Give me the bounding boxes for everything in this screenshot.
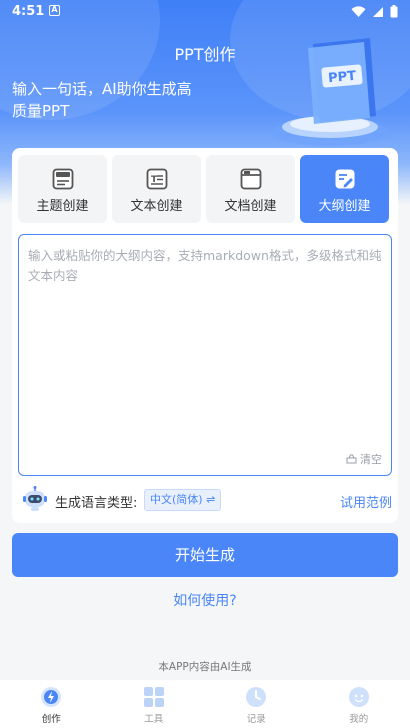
- language-row: 生成语言类型: 中文(简体) ⇌ 试用范例: [18, 484, 392, 516]
- profile-icon: [348, 687, 369, 707]
- outline-input[interactable]: [19, 235, 391, 445]
- clear-label: 清空: [360, 453, 382, 466]
- tab-text-create[interactable]: T 文本创建: [112, 155, 201, 223]
- theme-doc-icon: [52, 168, 74, 190]
- bottom-nav: 创作 工具 记录 我的: [0, 680, 410, 728]
- nav-label: 我的: [349, 714, 369, 725]
- status-time: 4:51: [12, 4, 45, 19]
- file-icon: [240, 168, 262, 190]
- notification-icon: A: [49, 5, 60, 16]
- tab-theme-create[interactable]: 主题创建: [18, 155, 107, 223]
- outline-editor: 清空: [18, 234, 392, 476]
- nav-label: 记录: [246, 714, 266, 725]
- language-select[interactable]: 中文(简体) ⇌: [144, 489, 222, 511]
- wifi-icon: [351, 5, 366, 17]
- tab-label: 文本创建: [130, 199, 183, 214]
- nav-profile[interactable]: 我的: [308, 680, 410, 728]
- mode-tabs: 主题创建 T 文本创建 文档创建 大纲创建: [18, 155, 389, 223]
- nav-tools[interactable]: 工具: [103, 680, 206, 728]
- slogan-text: 输入一句话，AI助你生成高质量PPT: [12, 80, 192, 120]
- start-generate-button[interactable]: 开始生成: [12, 533, 398, 577]
- nav-label: 创作: [41, 714, 61, 725]
- tab-file-create[interactable]: 文档创建: [206, 155, 295, 223]
- signal-icon: [373, 6, 383, 17]
- ai-content-note: 本APP内容由AI生成: [158, 661, 252, 673]
- text-doc-icon: T: [146, 168, 168, 190]
- creation-icon: [41, 687, 62, 707]
- creation-card: 主题创建 T 文本创建 文档创建 大纲创建 输入或粘贴你的大纲内容，支持mark…: [12, 148, 398, 523]
- robot-icon: [23, 486, 47, 511]
- language-selected: 中文(简体): [150, 493, 203, 506]
- language-label: 生成语言类型:: [55, 496, 138, 511]
- battery-icon: [390, 5, 398, 18]
- swap-icon: ⇌: [206, 493, 216, 506]
- tab-label: 大纲创建: [318, 199, 371, 214]
- illustration-ppt-label: PPT: [328, 69, 357, 86]
- tab-label: 主题创建: [36, 199, 89, 214]
- outline-edit-icon: [335, 169, 355, 189]
- nav-records[interactable]: 记录: [205, 680, 308, 728]
- clear-button[interactable]: 清空: [346, 451, 382, 467]
- howto-link[interactable]: 如何使用?: [0, 590, 410, 610]
- status-bar: 4:51 A: [0, 0, 410, 24]
- ppt-illustration: PPT: [272, 38, 388, 146]
- nav-creation[interactable]: 创作: [0, 680, 103, 728]
- nav-label: 工具: [144, 714, 164, 725]
- status-icons: [351, 5, 398, 18]
- tab-outline-create[interactable]: 大纲创建: [300, 155, 389, 223]
- eraser-icon: [346, 454, 357, 464]
- try-example-link[interactable]: 试用范例: [340, 492, 392, 511]
- clock-icon: [246, 687, 267, 707]
- tab-label: 文档创建: [224, 199, 277, 214]
- tools-grid-icon: [143, 687, 164, 707]
